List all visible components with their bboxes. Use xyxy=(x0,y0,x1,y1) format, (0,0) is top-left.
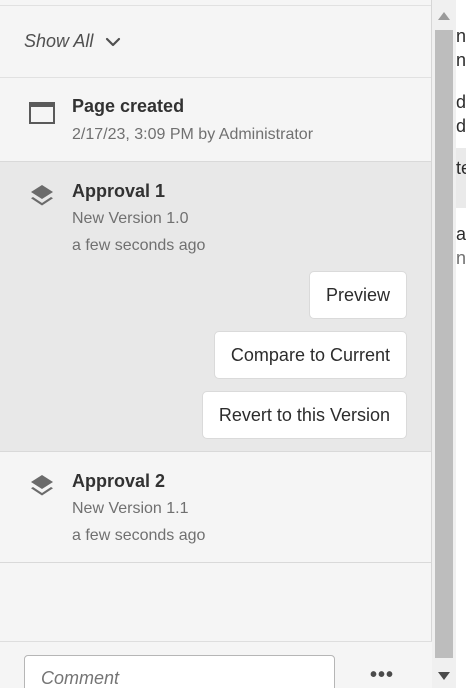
edge-text: d xyxy=(456,92,466,112)
scroll-down-arrow-icon[interactable] xyxy=(438,672,450,680)
timeline-item-title: Page created xyxy=(72,96,185,116)
timeline-item-title: Approval 1 xyxy=(72,181,166,201)
layers-icon xyxy=(31,185,53,206)
edge-text: ar xyxy=(456,224,466,244)
edge-text: te xyxy=(456,158,466,178)
compare-to-current-button[interactable]: Compare to Current xyxy=(213,331,407,379)
page-icon xyxy=(29,102,55,124)
comment-input[interactable] xyxy=(24,655,335,688)
version-label: New Version 1.0 xyxy=(72,210,189,227)
timeline-item-approval-2[interactable]: Approval 2 New Version 1.1 a few seconds… xyxy=(0,452,431,563)
vertical-scrollbar[interactable] xyxy=(432,0,456,688)
timestamp: a few seconds ago xyxy=(72,237,206,254)
timestamp: a few seconds ago xyxy=(72,527,206,544)
timeline-item-title: Approval 2 xyxy=(72,471,166,491)
clipped-adjacent-content: n n d d te ar n xyxy=(456,0,466,688)
chevron-down-icon xyxy=(106,37,121,46)
preview-button[interactable]: Preview xyxy=(308,271,407,319)
timeline-item-page-created[interactable]: Page created 2/17/23, 3:09 PM by Adminis… xyxy=(0,78,431,162)
layers-icon xyxy=(31,475,53,496)
timeline-item-subtitle: 2/17/23, 3:09 PM by Administrator xyxy=(72,126,314,143)
edge-text: n xyxy=(456,26,466,46)
comment-bar: ••• xyxy=(0,641,432,688)
show-all-filter[interactable]: Show All xyxy=(0,6,431,78)
version-actions: Preview Compare to Current Revert to thi… xyxy=(201,271,407,439)
more-options-button[interactable]: ••• xyxy=(370,664,394,687)
scroll-up-arrow-icon[interactable] xyxy=(438,12,450,20)
edge-text: d xyxy=(456,116,466,136)
timeline-item-approval-1[interactable]: Approval 1 New Version 1.0 a few seconds… xyxy=(0,162,431,452)
filter-label: Show All xyxy=(24,31,94,51)
scrollbar-thumb[interactable] xyxy=(435,30,453,658)
version-label: New Version 1.1 xyxy=(72,500,189,517)
edge-text: n xyxy=(456,248,466,268)
revert-to-version-button[interactable]: Revert to this Version xyxy=(201,391,407,439)
edge-text: n xyxy=(456,50,466,70)
timeline-panel: Show All Page created 2/17/23, 3:09 PM b… xyxy=(0,0,432,688)
